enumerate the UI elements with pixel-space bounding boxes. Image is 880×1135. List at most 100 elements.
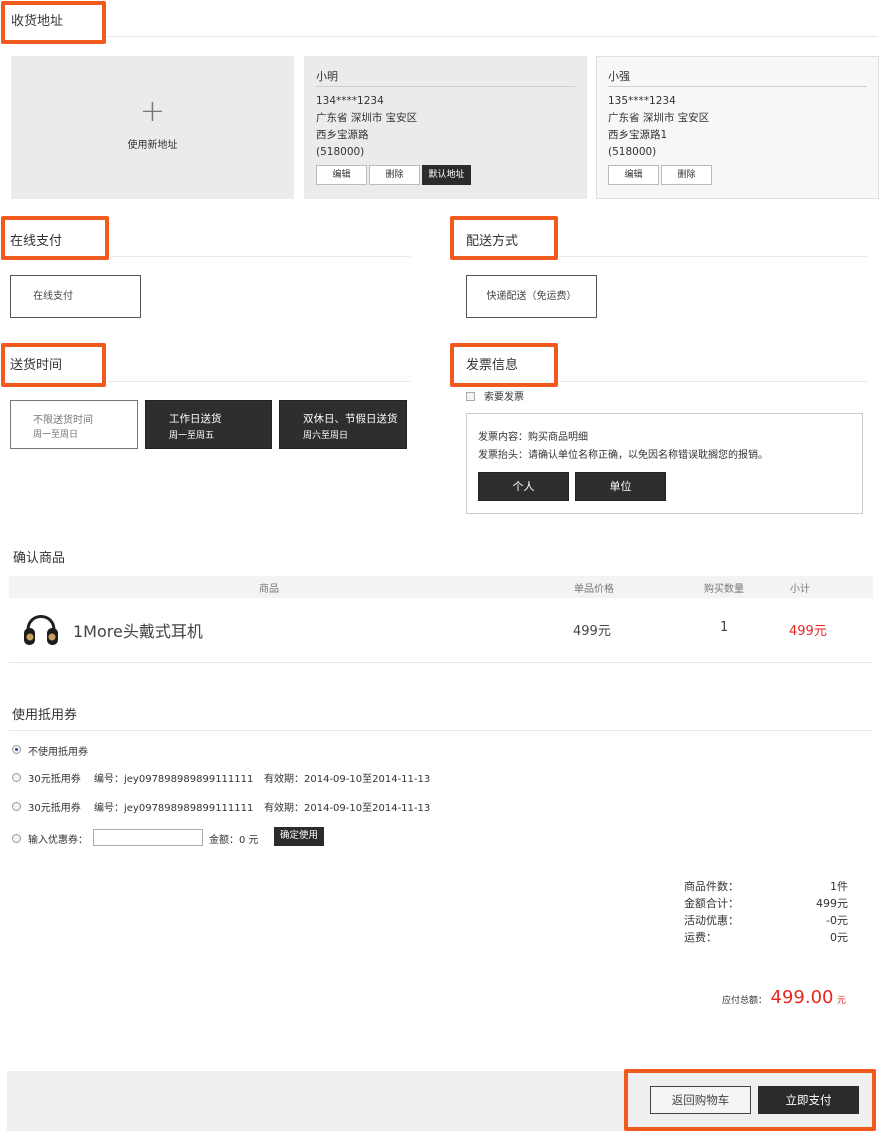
coupon-radio-1[interactable] bbox=[12, 773, 21, 782]
summary-value: -0元 bbox=[826, 914, 848, 927]
no-coupon-radio[interactable] bbox=[12, 745, 21, 754]
default-address-button[interactable]: 默认地址 bbox=[422, 165, 471, 185]
confirm-section-title: 确认商品 bbox=[13, 551, 66, 566]
invoice-company-label: 单位 bbox=[609, 480, 632, 493]
address-divider bbox=[108, 36, 878, 37]
online-payment-option[interactable]: 在线支付 bbox=[10, 275, 141, 318]
edit-address-button[interactable]: 编辑 bbox=[316, 165, 367, 185]
coupon-name: 30元抵用券 bbox=[28, 774, 81, 785]
summary-label: 活动优惠： bbox=[684, 914, 739, 927]
invoice-title-highlight bbox=[450, 343, 558, 387]
coupon-input-label: 输入优惠券： bbox=[28, 835, 88, 846]
delete-address-button[interactable]: 删除 bbox=[661, 165, 712, 185]
delivery-time-weekday-option[interactable]: 工作日送货 周一至周五 bbox=[145, 400, 272, 449]
summary-label: 运费： bbox=[684, 931, 717, 944]
address-card-xiaoming[interactable]: 小明 134****1234 广东省 深圳市 宝安区 西乡宝源路 (518000… bbox=[304, 56, 587, 199]
new-address-label: 使用新地址 bbox=[127, 140, 178, 151]
delivery-time-weekend-option[interactable]: 双休日、节假日送货 周六至周日 bbox=[279, 400, 407, 449]
address-street: 西乡宝源路 bbox=[316, 129, 369, 141]
invoice-divider bbox=[559, 381, 867, 382]
edit-address-button[interactable]: 编辑 bbox=[608, 165, 659, 185]
pay-now-button[interactable]: 立即支付 bbox=[758, 1086, 859, 1114]
address-separator bbox=[316, 86, 575, 87]
plus-icon: + bbox=[139, 94, 166, 129]
new-address-card[interactable]: + 使用新地址 bbox=[11, 56, 294, 199]
time-option-sub: 周一至周日 bbox=[33, 430, 79, 440]
invoice-company-button[interactable]: 单位 bbox=[575, 472, 666, 501]
coupon-divider bbox=[9, 730, 873, 731]
coupon-code-input[interactable] bbox=[93, 829, 203, 846]
headphones-icon bbox=[22, 606, 60, 648]
address-street: 西乡宝源路1 bbox=[608, 129, 668, 141]
product-name[interactable]: 1More头戴式耳机 bbox=[73, 618, 203, 642]
coupon-valid: 有效期：2014-09-10至2014-11-13 bbox=[264, 774, 431, 785]
product-price: 499元 bbox=[573, 624, 611, 639]
delivery-time-any-option[interactable]: 不限送货时间 周一至周日 bbox=[10, 400, 138, 449]
coupon-valid: 有效期：2014-09-10至2014-11-13 bbox=[264, 803, 431, 814]
back-to-cart-label: 返回购物车 bbox=[671, 1093, 730, 1107]
invoice-personal-button[interactable]: 个人 bbox=[478, 472, 569, 501]
summary-value: 0元 bbox=[830, 931, 848, 944]
time-option-title: 双休日、节假日送货 bbox=[303, 413, 398, 425]
product-qty: 1 bbox=[720, 620, 729, 635]
invoice-personal-label: 个人 bbox=[512, 480, 535, 493]
product-subtotal: 499元 bbox=[789, 624, 827, 639]
express-delivery-label: 快递配送（免运费） bbox=[486, 291, 577, 302]
col-qty: 购买数量 bbox=[704, 584, 744, 595]
total-value: 499.00 bbox=[770, 987, 834, 1008]
invoice-content-text: 发票内容：购买商品明细 bbox=[478, 432, 588, 443]
invoice-panel: 发票内容：购买商品明细 发票抬头：请确认单位名称正确，以免因名称错误耽搁您的报销… bbox=[466, 413, 863, 514]
address-zip: (518000) bbox=[316, 146, 365, 158]
delete-address-button[interactable]: 删除 bbox=[369, 165, 420, 185]
address-zip: (518000) bbox=[608, 146, 657, 158]
online-payment-label: 在线支付 bbox=[33, 291, 73, 302]
total-label: 应付总额： bbox=[721, 996, 767, 1006]
invoice-header-text: 发票抬头：请确认单位名称正确，以免因名称错误耽搁您的报销。 bbox=[478, 450, 768, 461]
summary-label: 商品件数： bbox=[684, 880, 739, 893]
address-name: 小明 bbox=[316, 70, 338, 83]
address-separator bbox=[608, 86, 867, 87]
address-name: 小强 bbox=[608, 70, 630, 83]
address-phone: 135****1234 bbox=[608, 95, 676, 107]
payment-title-highlight bbox=[1, 216, 109, 260]
invoice-checkbox[interactable] bbox=[466, 392, 475, 401]
table-row: 1More头戴式耳机 499元 1 499元 bbox=[9, 598, 873, 663]
pay-now-label: 立即支付 bbox=[785, 1093, 832, 1107]
no-coupon-label: 不使用抵用券 bbox=[28, 747, 88, 758]
address-card-xiaoqiang[interactable]: 小强 135****1234 广东省 深圳市 宝安区 西乡宝源路1 (51800… bbox=[596, 56, 879, 199]
back-to-cart-button[interactable]: 返回购物车 bbox=[650, 1086, 751, 1114]
time-option-sub: 周一至周五 bbox=[169, 431, 215, 441]
col-subtotal: 小计 bbox=[790, 584, 810, 595]
coupon-radio-2[interactable] bbox=[12, 802, 21, 811]
express-delivery-option[interactable]: 快递配送（免运费） bbox=[466, 275, 597, 318]
address-region: 广东省 深圳市 宝安区 bbox=[316, 112, 418, 124]
address-region: 广东省 深圳市 宝安区 bbox=[608, 112, 710, 124]
address-detail: 134****1234 广东省 深圳市 宝安区 西乡宝源路 (518000) bbox=[316, 93, 417, 161]
summary-value: 1件 bbox=[830, 880, 848, 893]
address-title-highlight bbox=[1, 1, 106, 44]
payment-divider bbox=[110, 256, 410, 257]
coupon-input-radio[interactable] bbox=[12, 834, 21, 843]
total-unit: 元 bbox=[836, 996, 846, 1006]
coupon-section-title: 使用抵用券 bbox=[12, 708, 78, 723]
coupon-confirm-button[interactable]: 确定使用 bbox=[274, 827, 324, 846]
total-payable: 应付总额： 499.00 元 bbox=[722, 987, 846, 1008]
time-divider bbox=[108, 381, 410, 382]
coupon-name: 30元抵用券 bbox=[28, 803, 81, 814]
product-table-header: 商品 单品价格 购买数量 小计 bbox=[9, 576, 873, 598]
summary-label: 金额合计： bbox=[684, 897, 739, 910]
summary-value: 499元 bbox=[816, 897, 848, 910]
col-product: 商品 bbox=[259, 584, 279, 595]
time-option-title: 不限送货时间 bbox=[33, 415, 93, 426]
col-price: 单品价格 bbox=[574, 584, 614, 595]
order-summary: 商品件数： 1件 金额合计： 499元 活动优惠： -0元 运费： 0元 bbox=[684, 878, 848, 946]
invoice-checkbox-label: 索要发票 bbox=[484, 392, 524, 403]
address-phone: 134****1234 bbox=[316, 95, 384, 107]
time-option-title: 工作日送货 bbox=[169, 413, 222, 425]
coupon-code: 编号：jey097898989899111111 bbox=[94, 803, 254, 814]
address-detail: 135****1234 广东省 深圳市 宝安区 西乡宝源路1 (518000) bbox=[608, 93, 709, 161]
delivery-divider bbox=[559, 256, 867, 257]
delivery-title-highlight bbox=[450, 216, 558, 260]
time-option-sub: 周六至周日 bbox=[303, 431, 349, 441]
coupon-code: 编号：jey097898989899111111 bbox=[94, 774, 254, 785]
